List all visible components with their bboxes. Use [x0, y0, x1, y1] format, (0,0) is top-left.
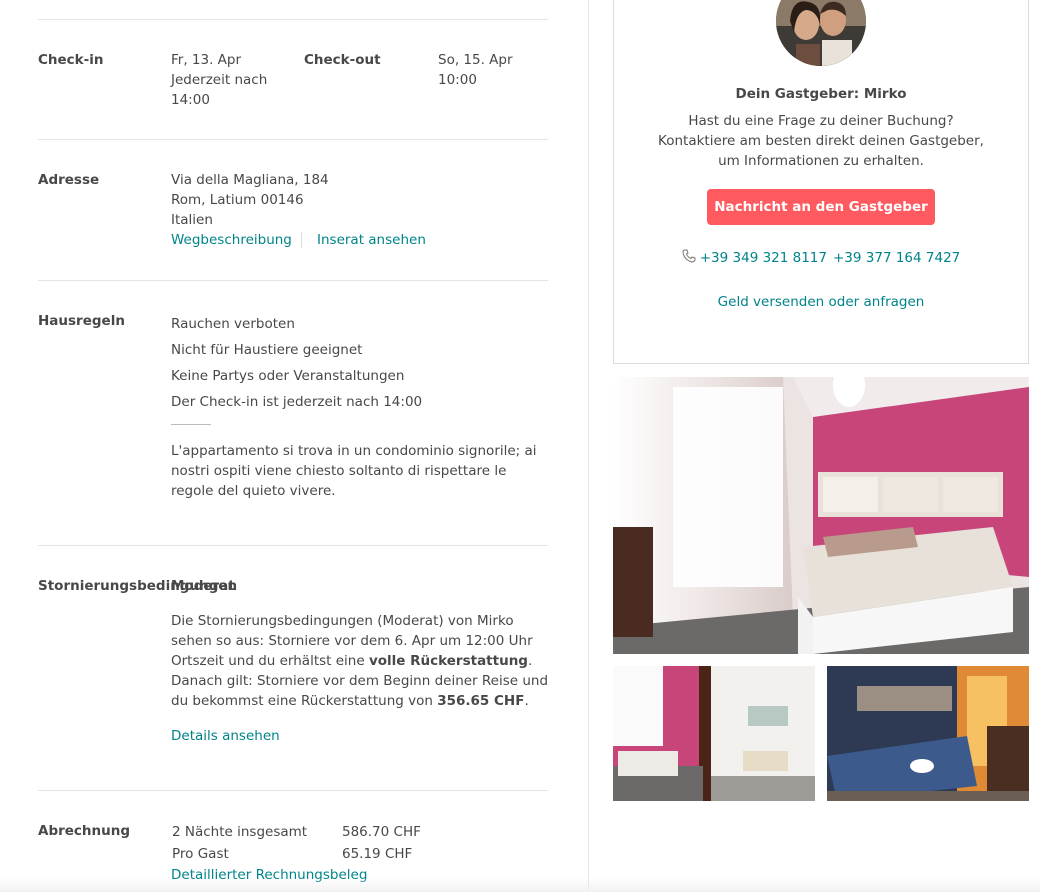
billing-row-name: 2 Nächte insgesamt	[172, 824, 308, 840]
host-title: Dein Gastgeber: Mirko	[735, 86, 907, 102]
house-rules-label: Hausregeln	[38, 313, 125, 329]
link-separator	[301, 232, 302, 248]
divider	[38, 790, 548, 791]
bottom-fade	[0, 878, 1040, 892]
house-rule: Rauchen verboten	[171, 316, 295, 332]
checkin-time-text: Jederzeit nach 14:00	[171, 72, 268, 108]
phone-icon	[682, 249, 696, 267]
cancellation-details-link[interactable]: Details ansehen	[171, 726, 280, 746]
house-rule: Keine Partys oder Veranstaltungen	[171, 368, 405, 384]
avatar-image	[776, 0, 866, 66]
billing-row-amount: 65.19 CHF	[342, 846, 413, 862]
message-host-button[interactable]: Nachricht an den Gastgeber	[707, 189, 935, 225]
address-line-1: Via della Magliana, 184	[171, 172, 329, 188]
house-rule: Der Check-in ist jederzeit nach 14:00	[171, 394, 423, 410]
host-description: Hast du eine Frage zu deiner Buchung? Ko…	[658, 113, 984, 169]
checkout-label: Check-out	[304, 52, 381, 68]
bedroom-image	[613, 377, 1029, 654]
divider	[38, 139, 548, 140]
cancellation-text: Die Stornierungsbedingungen (Moderat) vo…	[171, 611, 549, 711]
checkout-date: So, 15. Apr 10:00	[438, 50, 548, 90]
reservation-details: Check-in Fr, 13. Apr Jederzeit nach 14:0…	[38, 0, 548, 892]
listing-photo-3[interactable]	[827, 666, 1029, 801]
host-avatar[interactable]	[776, 0, 866, 66]
host-card: Dein Gastgeber: Mirko Hast du eine Frage…	[613, 0, 1029, 364]
full-refund-text: volle Rückerstattung	[368, 653, 528, 669]
room-image	[613, 666, 815, 801]
rules-short-divider	[171, 424, 211, 425]
address-block: Via della Magliana, 184 Rom, Latium 0014…	[171, 170, 541, 230]
send-request-money-link[interactable]: Geld versenden oder anfragen	[614, 294, 1028, 310]
checkin-date-text: Fr, 13. Apr	[171, 52, 242, 68]
house-rules-note: L'appartamento si trova in un condominio…	[171, 443, 537, 499]
billing-row-name: Pro Gast	[172, 846, 229, 862]
divider	[38, 19, 548, 20]
column-divider	[588, 0, 589, 892]
host-phone-2[interactable]: +39 377 164 7427	[833, 250, 960, 266]
listing-photo-main[interactable]	[613, 377, 1029, 654]
address-line-2: Rom, Latium 00146	[171, 192, 304, 208]
host-phone-1[interactable]: +39 349 321 8117	[700, 250, 827, 266]
checkout-time-text: 10:00	[438, 72, 477, 88]
house-rule: Nicht für Haustiere geeignet	[171, 342, 363, 358]
cancellation-text-part: .	[524, 693, 529, 709]
host-phones: +39 349 321 8117 +39 377 164 7427	[614, 249, 1028, 267]
view-listing-link[interactable]: Inserat ansehen	[317, 230, 426, 250]
billing-label: Abrechnung	[38, 823, 131, 839]
address-line-3: Italien	[171, 212, 213, 228]
house-rules-list: Rauchen verboten Nicht für Haustiere gee…	[171, 311, 546, 415]
divider	[38, 280, 548, 281]
checkin-date: Fr, 13. Apr Jederzeit nach 14:00	[171, 50, 281, 110]
room-image	[827, 666, 1029, 801]
billing-row-amount: 586.70 CHF	[342, 824, 421, 840]
address-label: Adresse	[38, 172, 100, 188]
cancellation-policy-name: Moderat	[171, 578, 235, 594]
checkin-label: Check-in	[38, 52, 104, 68]
listing-photo-2[interactable]	[613, 666, 815, 801]
directions-link[interactable]: Wegbeschreibung	[171, 230, 292, 250]
refund-amount: 356.65 CHF	[437, 693, 525, 709]
divider	[38, 545, 548, 546]
checkout-date-text: So, 15. Apr	[438, 52, 513, 68]
